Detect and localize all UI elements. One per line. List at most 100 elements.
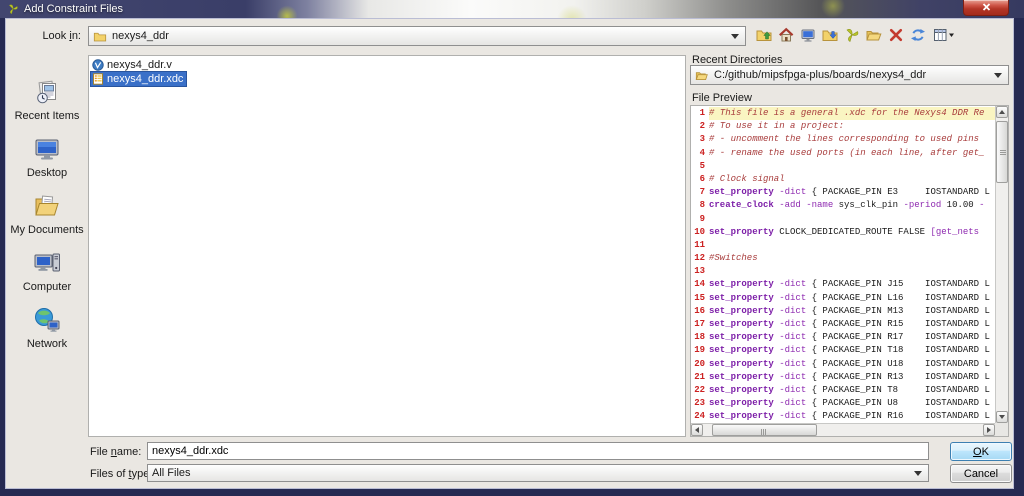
code-text: # - rename the used ports (in each line,… [709,147,985,158]
code-line: 16 set_property -dict { PACKAGE_PIN M13 I… [691,305,995,318]
vertical-scrollbar-thumb[interactable] [996,121,1008,183]
line-number: 5 [699,160,705,171]
code-text: set_property -dict { PACKAGE_PIN T18 IOS… [709,345,990,356]
my-documents-icon [33,192,61,223]
line-number: 14 [694,279,705,290]
scroll-up-button[interactable] [996,106,1008,118]
desktop-view-button[interactable] [798,27,817,45]
line-number: 4 [699,147,705,158]
sidebar-item-desktop[interactable]: Desktop [8,135,86,179]
file-list[interactable]: nexys4_ddr.v nexys4_ddr.xdc [88,55,686,437]
look-in-value: nexys4_ddr [112,30,169,42]
view-menu-button[interactable] [930,27,957,45]
create-folder-button[interactable] [820,27,839,45]
file-name-input[interactable] [147,442,929,460]
folder-icon [93,30,107,43]
look-in-combo[interactable]: nexys4_ddr [88,26,746,46]
vivado-logo-icon [7,3,19,15]
ok-button[interactable]: OK [950,442,1012,461]
thumb-grip [761,429,762,435]
vivado-logo-button[interactable] [842,27,861,45]
code-line: 17 set_property -dict { PACKAGE_PIN R15 I… [691,318,995,331]
refresh-button[interactable] [908,27,927,45]
open-folder-button[interactable] [864,27,883,45]
sidebar-item-my-documents[interactable]: My Documents [8,192,86,236]
code-text: # Clock signal [709,173,785,184]
open-folder-icon [695,69,709,82]
code-line: 15 set_property -dict { PACKAGE_PIN L16 I… [691,292,995,305]
code-line: 7 set_property -dict { PACKAGE_PIN E3 IOS… [691,186,995,199]
line-number: 21 [694,371,705,382]
chevron-down-icon [731,34,739,39]
code-text: set_property -dict { PACKAGE_PIN J15 IOS… [709,279,990,290]
code-line: 1 # This file is a general .xdc for the N… [691,107,995,121]
sidebar-item-label: My Documents [10,224,84,236]
close-icon [982,2,991,14]
horizontal-scrollbar[interactable] [691,423,995,436]
scrollbar-corner [995,423,1008,436]
line-number: 23 [694,398,705,409]
code-text: # To use it in a project: [709,121,845,132]
dialog-content: Look in: nexys4_ddr Recent Items Desktop M… [5,18,1014,489]
sidebar-item-network[interactable]: Network [8,306,86,350]
code-line: 9 [691,213,995,226]
code-text: #Switches [709,253,758,264]
code-line: 12 #Switches [691,252,995,265]
line-number: 8 [699,200,705,211]
code-line: 8 create_clock -add -name sys_clk_pin -pe… [691,199,995,212]
computer-icon [33,249,61,280]
recent-directories-combo[interactable]: C:/github/mipsfpga-plus/boards/nexys4_dd… [690,65,1009,85]
sidebar-item-recent-items[interactable]: Recent Items [8,78,86,122]
arrow-down-icon [999,415,1005,419]
arrow-right-icon [987,427,991,433]
close-button[interactable] [963,0,1009,16]
line-number: 12 [694,253,705,264]
code-text: set_property -dict { PACKAGE_PIN U8 IOST… [709,398,990,409]
sidebar-item-label: Computer [22,281,72,293]
scroll-right-button[interactable] [983,424,995,436]
code-line: 5 [691,160,995,173]
folder-up-button[interactable] [754,27,773,45]
scroll-left-button[interactable] [691,424,703,436]
code-text: set_property -dict { PACKAGE_PIN R13 IOS… [709,371,990,382]
code-text: set_property -dict { PACKAGE_PIN R16 IOS… [709,411,990,422]
code-text: set_property -dict { PACKAGE_PIN M13 IOS… [709,305,990,316]
delete-icon [888,27,904,46]
file-item-nexys4_ddr.xdc[interactable]: nexys4_ddr.xdc [89,71,685,87]
code-text: set_property -dict { PACKAGE_PIN T8 IOST… [709,384,990,395]
title-bar: Add Constraint Files [0,0,1024,18]
xdc-file-icon [92,73,104,85]
files-of-type-combo[interactable]: All Files [147,464,929,482]
home-button[interactable] [776,27,795,45]
network-icon [33,306,61,337]
line-number: 22 [694,384,705,395]
cancel-button[interactable]: Cancel [950,464,1012,483]
desktop-icon [33,135,61,166]
line-number: 2 [699,121,705,132]
toolbar [754,27,957,45]
window-title: Add Constraint Files [24,3,124,15]
code-text: set_property -dict { PACKAGE_PIN U18 IOS… [709,358,990,369]
file-item-inner: nexys4_ddr.xdc [89,71,188,87]
files-of-type-value: All Files [152,467,191,479]
file-item-inner: nexys4_ddr.v [91,58,175,72]
scroll-down-button[interactable] [996,411,1008,423]
file-preview-panel: 1 # This file is a general .xdc for the N… [690,105,1009,437]
delete-button[interactable] [886,27,905,45]
code-text: set_property -dict { PACKAGE_PIN R15 IOS… [709,319,990,329]
desktop-view-icon [800,27,816,46]
code-text: create_clock -add -name sys_clk_pin -per… [709,200,985,211]
file-item-nexys4_ddr.v[interactable]: nexys4_ddr.v [91,58,685,72]
line-number: 17 [694,319,705,329]
vertical-scrollbar[interactable] [995,106,1008,423]
line-number: 6 [699,173,705,184]
files-of-type-label: Files of type: [90,468,153,480]
code-text: # - uncomment the lines corresponding to… [709,134,980,145]
horizontal-scrollbar-thumb[interactable] [712,424,817,436]
code-text: # This file is a general .xdc for the Ne… [709,107,995,121]
recent-items-icon [33,78,61,109]
sidebar-item-computer[interactable]: Computer [8,249,86,293]
file-item-label: nexys4_ddr.v [107,59,172,71]
